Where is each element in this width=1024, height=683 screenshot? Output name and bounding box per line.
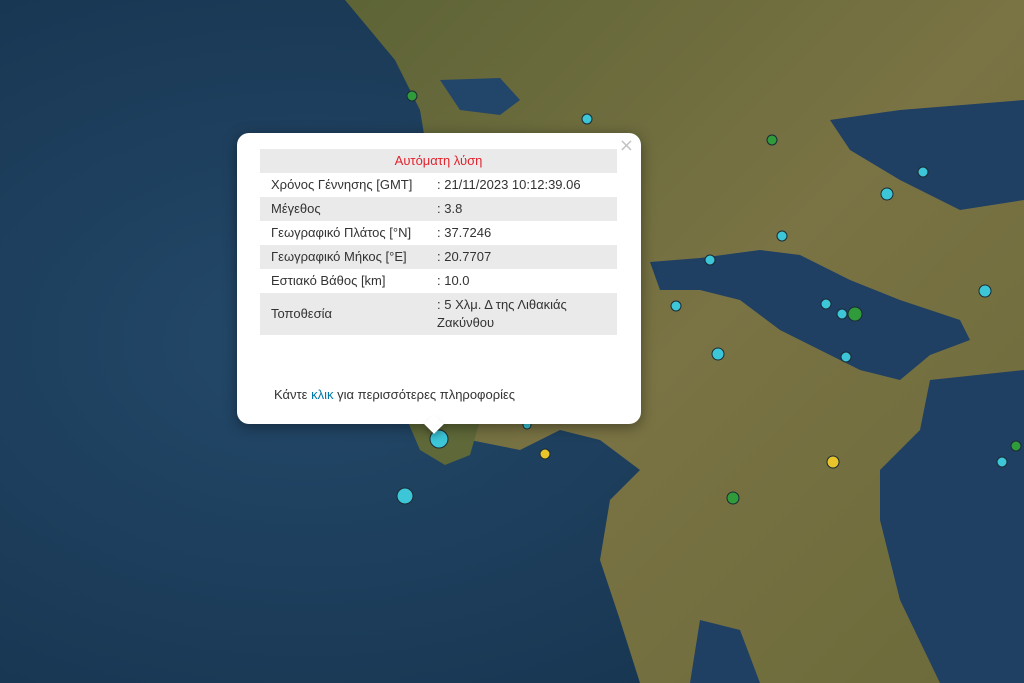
quake-marker[interactable] [820, 298, 832, 310]
origin-time-value: : 21/11/2023 10:12:39.06 [426, 173, 617, 197]
magnitude-label: Μέγεθος [260, 197, 426, 221]
quake-marker[interactable] [396, 487, 414, 505]
quake-marker[interactable] [704, 254, 716, 266]
quake-marker[interactable] [847, 306, 863, 322]
quake-marker[interactable] [880, 187, 894, 201]
origin-time-label: Χρόνος Γέννησης [GMT] [260, 173, 426, 197]
magnitude-value: : 3.8 [426, 197, 617, 221]
quake-marker[interactable] [840, 351, 852, 363]
quake-marker[interactable] [711, 347, 725, 361]
depth-label: Εστιακό Βάθος [km] [260, 269, 426, 293]
earthquake-popup: × Αυτόματη λύση Χρόνος Γέννησης [GMT] : … [237, 133, 641, 434]
info-row: Εστιακό Βάθος [km] : 10.0 [260, 269, 617, 293]
quake-marker[interactable] [978, 284, 992, 298]
location-value: : 5 Χλμ. Δ της Λιθακιάς Ζακύνθου [426, 293, 617, 335]
earthquake-info-table: Αυτόματη λύση Χρόνος Γέννησης [GMT] : 21… [260, 149, 617, 335]
close-icon[interactable]: × [619, 136, 634, 156]
quake-marker[interactable] [836, 308, 848, 320]
info-row: Μέγεθος : 3.8 [260, 197, 617, 221]
info-row: Γεωγραφικό Πλάτος [°N] : 37.7246 [260, 221, 617, 245]
quake-marker[interactable] [776, 230, 788, 242]
location-label: Τοποθεσία [260, 293, 426, 335]
latitude-label: Γεωγραφικό Πλάτος [°N] [260, 221, 426, 245]
quake-marker[interactable] [539, 448, 551, 460]
quake-marker[interactable] [670, 300, 682, 312]
quake-marker[interactable] [766, 134, 778, 146]
latitude-value: : 37.7246 [426, 221, 617, 245]
quake-marker[interactable] [406, 90, 418, 102]
quake-marker[interactable] [996, 456, 1008, 468]
quake-marker[interactable] [581, 113, 593, 125]
quake-marker[interactable] [1010, 440, 1022, 452]
depth-value: : 10.0 [426, 269, 617, 293]
quake-marker[interactable] [826, 455, 840, 469]
more-info-suffix: για περισσότερες πληροφορίες [333, 387, 516, 402]
quake-marker[interactable] [917, 166, 929, 178]
quake-marker[interactable] [726, 491, 740, 505]
more-info-link[interactable]: κλικ [311, 387, 333, 402]
longitude-value: : 20.7707 [426, 245, 617, 269]
longitude-label: Γεωγραφικό Μήκος [°E] [260, 245, 426, 269]
more-info-prefix: Κάντε [274, 387, 312, 402]
info-row: Γεωγραφικό Μήκος [°E] : 20.7707 [260, 245, 617, 269]
info-row: Τοποθεσία : 5 Χλμ. Δ της Λιθακιάς Ζακύνθ… [260, 293, 617, 335]
more-info-text: Κάντε κλικ για περισσότερες πληροφορίες [274, 387, 515, 402]
info-row: Χρόνος Γέννησης [GMT] : 21/11/2023 10:12… [260, 173, 617, 197]
popup-title: Αυτόματη λύση [260, 149, 617, 173]
